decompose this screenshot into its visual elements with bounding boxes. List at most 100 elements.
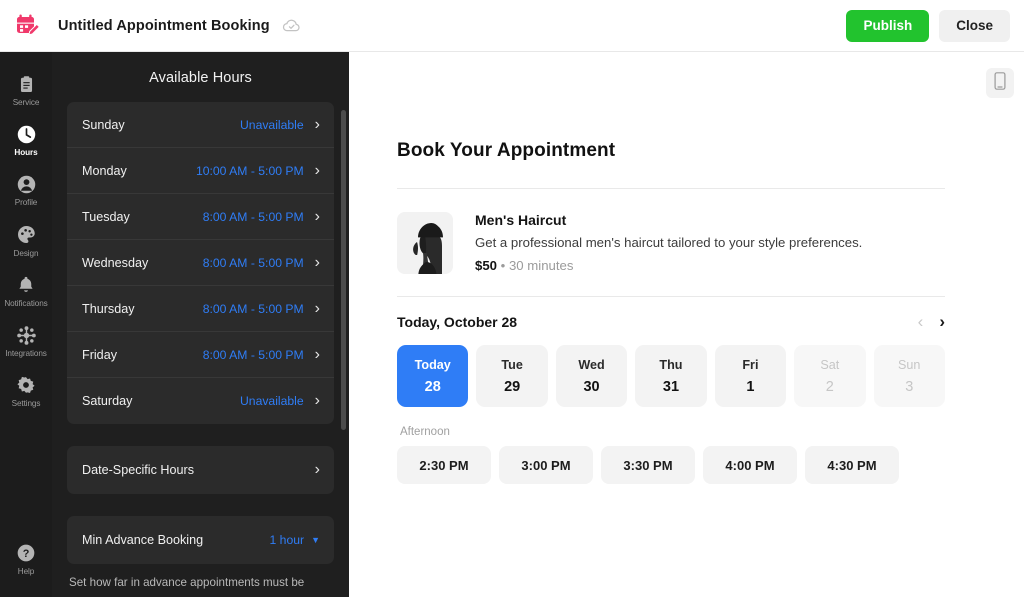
- date-cell-dow: Tue: [501, 357, 523, 372]
- calendar-edit-icon: [17, 14, 41, 35]
- day-name: Wednesday: [82, 255, 149, 270]
- day-row-monday[interactable]: Monday 10:00 AM - 5:00 PM ›: [67, 148, 334, 194]
- service-price: $50: [475, 258, 498, 273]
- min-advance-booking-row[interactable]: Min Advance Booking 1 hour ▼: [67, 516, 334, 564]
- publish-button[interactable]: Publish: [846, 9, 930, 42]
- time-slot[interactable]: 4:00 PM: [703, 446, 797, 484]
- sidebar-item-help[interactable]: ? Help: [0, 533, 52, 583]
- mobile-preview-button[interactable]: [986, 68, 1014, 98]
- sidebar-item-notifications[interactable]: Notifications: [0, 265, 52, 315]
- sidebar-label-service: Service: [12, 98, 40, 107]
- top-bar: Untitled Appointment Booking Publish Clo…: [0, 0, 1024, 52]
- clock-icon: [15, 123, 37, 145]
- min-advance-booking-label: Min Advance Booking: [82, 533, 204, 547]
- date-cell-day: 1: [746, 378, 755, 395]
- palette-icon: [15, 224, 37, 246]
- question-circle-icon: ?: [15, 542, 37, 564]
- date-cell-day: 2: [825, 378, 834, 395]
- service-photo: [397, 212, 453, 274]
- day-value: 10:00 AM - 5:00 PM: [195, 163, 304, 178]
- sidebar-label-profile: Profile: [14, 198, 38, 208]
- day-value: Unavailable: [239, 394, 304, 408]
- service-meta-separator: •: [497, 258, 509, 273]
- weekly-hours-card: Sunday Unavailable › Monday 10:00 AM - 5…: [67, 102, 334, 424]
- sidebar-item-design[interactable]: Design: [0, 215, 52, 265]
- service-card: Men's Haircut Get a professional men's h…: [397, 189, 945, 296]
- chevron-right-icon: ›: [314, 161, 320, 179]
- bell-icon: [15, 274, 37, 296]
- selected-date-label: Today, October 28: [397, 313, 518, 330]
- close-button[interactable]: Close: [939, 9, 1010, 42]
- min-advance-booking-value: 1 hour: [269, 533, 305, 547]
- date-cell-sat: Sat 2: [794, 345, 866, 407]
- date-header: Today, October 28 ‹ ›: [397, 297, 945, 330]
- sidebar-label-design: Design: [13, 248, 39, 258]
- date-cell-thu[interactable]: Thu 31: [635, 345, 707, 407]
- preview-content: Book Your Appointment Men's Haircut Get …: [349, 52, 989, 484]
- service-description: Get a professional men's haircut tailore…: [475, 235, 863, 250]
- integrations-icon: [15, 324, 37, 346]
- chevron-down-icon[interactable]: ▼: [311, 535, 320, 545]
- time-slot[interactable]: 4:30 PM: [805, 446, 899, 484]
- day-value: Unavailable: [239, 117, 304, 132]
- chevron-right-icon: ›: [314, 299, 320, 317]
- chevron-right-icon: ›: [314, 461, 320, 478]
- service-info: Men's Haircut Get a professional men's h…: [475, 212, 862, 273]
- day-row-thursday[interactable]: Thursday 8:00 AM - 5:00 PM ›: [67, 286, 334, 332]
- day-row-wednesday[interactable]: Wednesday 8:00 AM - 5:00 PM ›: [67, 240, 334, 286]
- date-cell-day: 31: [662, 378, 680, 395]
- day-row-sunday[interactable]: Sunday Unavailable ›: [67, 102, 334, 148]
- sidebar-item-profile[interactable]: Profile: [0, 164, 52, 214]
- chevron-left-icon[interactable]: ‹: [918, 313, 924, 330]
- min-advance-booking-note: Set how far in advance appointments must…: [69, 576, 305, 589]
- date-cell-dow: Today: [414, 357, 451, 372]
- date-specific-hours-row[interactable]: Date-Specific Hours ›: [67, 446, 334, 494]
- day-name: Sunday: [82, 117, 125, 132]
- day-row-saturday[interactable]: Saturday Unavailable ›: [67, 378, 334, 424]
- mobile-icon: [994, 71, 1006, 95]
- clipboard-icon: [15, 73, 37, 95]
- sidebar-item-settings[interactable]: Settings: [0, 365, 52, 415]
- service-name: Men's Haircut: [475, 212, 567, 228]
- date-cell-dow: Thu: [659, 357, 683, 372]
- time-slots: 2:30 PM 3:00 PM 3:30 PM 4:00 PM 4:30 PM: [397, 446, 945, 484]
- chevron-right-icon[interactable]: ›: [939, 313, 945, 330]
- app-logo: [12, 10, 44, 42]
- day-row-tuesday[interactable]: Tuesday 8:00 AM - 5:00 PM ›: [67, 194, 334, 240]
- service-duration: 30 minutes: [508, 258, 574, 273]
- sidebar-item-hours[interactable]: Hours: [0, 114, 52, 164]
- date-cell-dow: Fri: [742, 357, 759, 372]
- time-slot[interactable]: 3:00 PM: [499, 446, 593, 484]
- date-cell-day: 30: [583, 378, 600, 395]
- sidebar-label-hours: Hours: [14, 148, 38, 158]
- chevron-right-icon: ›: [314, 253, 320, 271]
- time-slot[interactable]: 3:30 PM: [601, 446, 695, 484]
- hours-panel: Available Hours Sunday Unavailable › Mon…: [52, 52, 349, 597]
- date-cell-day: 3: [905, 378, 914, 395]
- chevron-right-icon: ›: [314, 345, 320, 363]
- app-window: Untitled Appointment Booking Publish Clo…: [0, 0, 1024, 597]
- time-slot[interactable]: 2:30 PM: [397, 446, 491, 484]
- booking-heading: Book Your Appointment: [397, 140, 616, 161]
- sidebar-label-notifications: Notifications: [4, 298, 48, 308]
- person-profile-photo: [397, 212, 453, 274]
- chevron-right-icon: ›: [314, 392, 320, 409]
- date-cell-wed[interactable]: Wed 30: [555, 345, 628, 407]
- chevron-right-icon: ›: [314, 115, 320, 133]
- panel-scrollbar[interactable]: [341, 110, 346, 430]
- day-value: 8:00 AM - 5:00 PM: [202, 301, 304, 316]
- date-specific-hours-card[interactable]: Date-Specific Hours ›: [67, 446, 334, 494]
- date-cell-tue[interactable]: Tue 29: [476, 345, 548, 407]
- sidebar-item-integrations[interactable]: Integrations: [0, 315, 52, 365]
- sidebar-label-settings: Settings: [11, 399, 41, 409]
- min-advance-booking-card[interactable]: Min Advance Booking 1 hour ▼: [67, 516, 334, 564]
- date-cell-fri[interactable]: Fri 1: [714, 345, 787, 407]
- date-cell-today[interactable]: Today 28: [397, 345, 469, 407]
- date-cell-dow: Sun: [898, 357, 921, 372]
- sidebar-item-service[interactable]: Service: [0, 64, 52, 114]
- date-strip: Today 28 Tue 29 Wed 30 Thu 31 Fri 1 Sat …: [397, 345, 945, 407]
- day-name: Thursday: [82, 301, 135, 316]
- day-row-friday[interactable]: Friday 8:00 AM - 5:00 PM ›: [67, 332, 334, 378]
